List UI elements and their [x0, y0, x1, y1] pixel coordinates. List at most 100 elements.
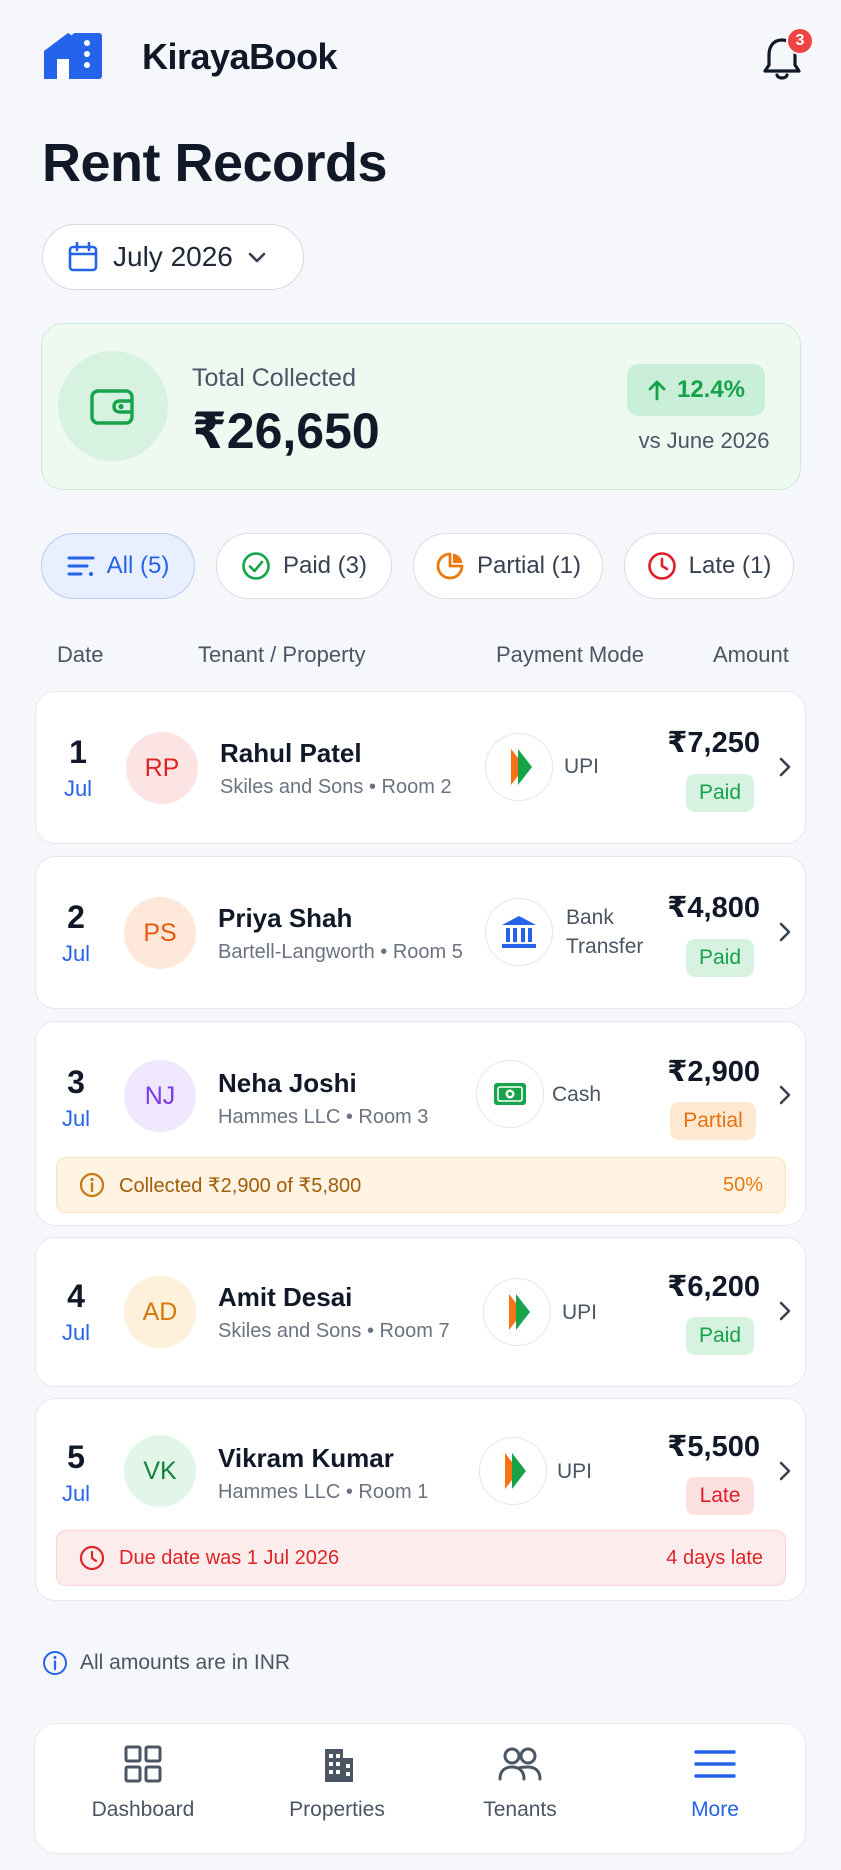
arrow-up-icon: [648, 380, 666, 401]
tenant-name: Neha Joshi: [218, 1068, 357, 1098]
column-header-amount: Amount: [713, 642, 789, 667]
upi-icon-circle: [483, 1278, 551, 1346]
status-badge: Partial: [670, 1102, 756, 1140]
tenant-avatar: NJ: [124, 1060, 196, 1132]
calendar-icon: [68, 241, 98, 272]
info-icon: [43, 1651, 67, 1675]
filter-late-label: Late (1): [688, 552, 772, 579]
record-amount: ₹2,900: [667, 1056, 760, 1088]
nav-tenants-label: Tenants: [483, 1798, 557, 1821]
tenant-name: Amit Desai: [218, 1282, 353, 1312]
comparison-label: vs June 2026: [638, 428, 770, 453]
page-title: Rent Records: [42, 133, 388, 193]
filter-partial-chip[interactable]: Partial (1): [413, 533, 603, 599]
upi-icon-circle: [485, 733, 553, 801]
partial-payment-note: Collected ₹2,900 of ₹5,800 50%: [56, 1157, 786, 1213]
filter-late-chip[interactable]: Late (1): [624, 533, 794, 599]
nav-dashboard[interactable]: Dashboard: [53, 1744, 233, 1822]
partial-pie-icon: [436, 552, 464, 580]
record-amount: ₹5,500: [667, 1431, 760, 1463]
dashboard-icon: [124, 1745, 162, 1783]
tenant-name: Priya Shah: [218, 903, 353, 933]
payment-mode-label: UPI: [557, 1460, 593, 1483]
footnote-text: All amounts are in INR: [80, 1651, 291, 1674]
bottom-navigation: Dashboard Properties Tenants More: [34, 1723, 806, 1854]
rent-record-card[interactable]: 1 Jul RP Rahul Patel Skiles and Sons • R…: [35, 691, 806, 844]
notification-badge: 3: [786, 27, 814, 55]
status-badge: Paid: [686, 939, 754, 977]
record-month: Jul: [61, 1481, 91, 1506]
total-collected-card: Total Collected ₹26,650 12.4% vs June 20…: [41, 323, 801, 490]
nav-more-label: More: [691, 1798, 739, 1821]
nav-tenants[interactable]: Tenants: [430, 1744, 610, 1822]
chevron-right-icon: [779, 757, 791, 777]
cash-icon: [494, 1083, 526, 1105]
app-logo-icon: [44, 33, 102, 79]
month-selector[interactable]: July 2026: [42, 224, 304, 290]
clock-icon: [79, 1545, 105, 1571]
filter-all-chip[interactable]: All (5): [41, 533, 195, 599]
upi-icon: [509, 1294, 530, 1330]
filter-all-label: All (5): [106, 552, 170, 579]
chevron-right-icon: [779, 1085, 791, 1105]
info-icon: [79, 1172, 105, 1198]
change-percentage-badge: 12.4%: [627, 364, 765, 416]
upi-icon-circle: [479, 1437, 547, 1505]
tenant-name: Vikram Kumar: [218, 1443, 394, 1473]
tenant-avatar: AD: [124, 1276, 196, 1348]
record-month: Jul: [61, 1106, 91, 1131]
status-badge: Paid: [686, 1317, 754, 1355]
currency-footnote: All amounts are in INR: [42, 1650, 290, 1676]
tenant-name: Rahul Patel: [220, 738, 362, 768]
check-circle-icon: [242, 552, 270, 580]
late-note-text: Due date was 1 Jul 2026: [119, 1546, 340, 1569]
users-icon: [498, 1747, 542, 1781]
filter-partial-label: Partial (1): [476, 552, 582, 579]
record-day: 4: [67, 1278, 85, 1314]
filter-paid-label: Paid (3): [282, 552, 368, 579]
record-amount: ₹6,200: [667, 1271, 760, 1303]
column-header-tenant: Tenant / Property: [198, 642, 366, 667]
record-month: Jul: [63, 776, 93, 801]
record-day: 5: [67, 1439, 85, 1475]
chevron-right-icon: [779, 922, 791, 942]
late-payment-note: Due date was 1 Jul 2026 4 days late: [56, 1530, 786, 1586]
tenant-avatar: PS: [124, 897, 196, 969]
column-header-date: Date: [57, 642, 104, 667]
record-day: 1: [69, 734, 87, 770]
rent-record-card[interactable]: 5 Jul VK Vikram Kumar Hammes LLC • Room …: [35, 1398, 806, 1601]
filter-paid-chip[interactable]: Paid (3): [216, 533, 392, 599]
nav-properties-label: Properties: [289, 1798, 385, 1821]
late-note-days: 4 days late: [666, 1546, 763, 1569]
record-month: Jul: [61, 1320, 91, 1345]
tenant-property: Bartell-Langworth • Room 5: [218, 941, 463, 963]
tenant-property: Hammes LLC • Room 1: [218, 1481, 429, 1503]
rent-record-card[interactable]: 2 Jul PS Priya Shah Bartell-Langworth • …: [35, 856, 806, 1009]
upi-icon: [505, 1453, 526, 1489]
rent-record-card[interactable]: 4 Jul AD Amit Desai Skiles and Sons • Ro…: [35, 1237, 806, 1387]
clock-icon: [647, 552, 676, 580]
record-month: Jul: [61, 941, 91, 966]
wallet-icon: [90, 389, 134, 425]
change-percentage: 12.4%: [676, 376, 746, 403]
status-badge: Paid: [686, 774, 754, 812]
wallet-icon-circle: [58, 351, 168, 461]
bank-icon-circle: [485, 898, 553, 966]
tenant-avatar: VK: [124, 1435, 196, 1507]
app-name: KirayaBook: [142, 36, 338, 77]
nav-properties[interactable]: Properties: [247, 1744, 427, 1822]
menu-icon: [694, 1750, 736, 1778]
record-amount: ₹4,800: [667, 892, 760, 924]
tenant-avatar: RP: [126, 732, 198, 804]
month-selector-label: July 2026: [113, 241, 233, 272]
nav-more[interactable]: More: [625, 1744, 805, 1822]
chevron-down-icon: [248, 252, 266, 263]
payment-mode-label: UPI: [564, 755, 600, 778]
rent-record-card[interactable]: 3 Jul NJ Neha Joshi Hammes LLC • Room 3 …: [35, 1021, 806, 1226]
status-badge: Late: [686, 1477, 754, 1515]
upi-icon: [511, 749, 532, 785]
tenant-property: Skiles and Sons • Room 2: [220, 776, 452, 798]
payment-mode-label: UPI: [562, 1301, 598, 1324]
partial-note-percentage: 50%: [722, 1173, 763, 1196]
building-icon: [325, 1749, 353, 1782]
